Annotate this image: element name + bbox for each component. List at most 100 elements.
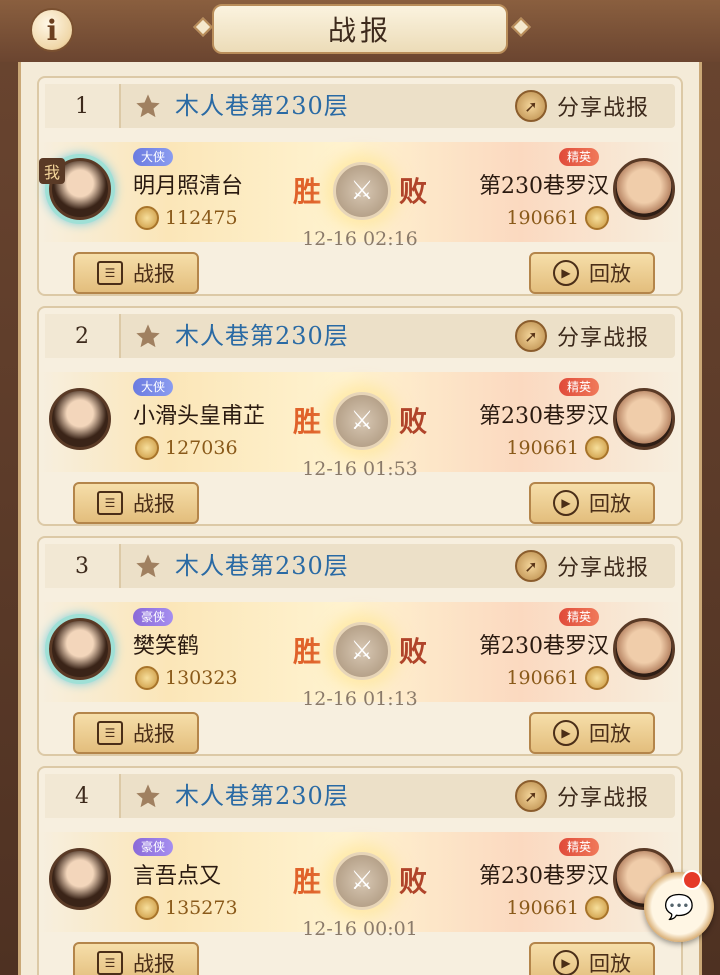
enemy-avatar[interactable] [613, 618, 675, 680]
view-report-label: 战报 [133, 262, 175, 286]
replay-label: 回放 [589, 262, 631, 286]
lose-label: 败 [399, 635, 428, 668]
star-icon[interactable] [133, 92, 163, 120]
replay-button[interactable]: ▶ 回放 [529, 942, 655, 975]
plaque-left-ornament-icon [193, 17, 213, 37]
power-icon [585, 896, 609, 920]
win-label: 胜 [293, 405, 322, 438]
player-avatar[interactable] [49, 618, 111, 680]
view-report-label: 战报 [133, 952, 175, 975]
report-rank: 2 [45, 314, 121, 358]
power-icon [135, 206, 159, 230]
report-rank: 1 [45, 84, 121, 128]
view-report-label: 战报 [133, 492, 175, 516]
player-name: 明月照清台 [133, 174, 244, 199]
replay-button[interactable]: ▶ 回放 [529, 482, 655, 524]
crossed-swords-icon: ⚔ [333, 852, 391, 910]
list-icon: ☰ [97, 951, 123, 975]
share-icon: ➚ [515, 550, 547, 582]
floor-label: 木人巷第230层 [175, 552, 349, 580]
star-icon[interactable] [133, 782, 163, 810]
player-title-badge: 豪侠 [133, 608, 174, 626]
battle-time: 12-16 01:13 [302, 688, 418, 710]
player-avatar[interactable] [49, 388, 111, 450]
view-report-button[interactable]: ☰ 战报 [73, 942, 199, 975]
share-report-button[interactable]: ➚ 分享战报 [515, 88, 649, 124]
share-label: 分享战报 [557, 96, 650, 121]
enemy-name: 第230巷罗汉 [479, 864, 609, 889]
view-report-button[interactable]: ☰ 战报 [73, 482, 199, 524]
power-icon [135, 436, 159, 460]
player-power: 127036 [135, 436, 244, 460]
power-value: 127036 [165, 437, 238, 459]
list-icon: ☰ [97, 491, 123, 515]
report-card: 2 木人巷第230层 ➚ 分享战报 大侠 小滑头皇甫芷 127036 胜 ⚔ 败… [37, 306, 683, 526]
enemy-title-badge: 精英 [559, 838, 600, 856]
replay-label: 回放 [589, 492, 631, 516]
share-report-button[interactable]: ➚ 分享战报 [515, 548, 649, 584]
win-label: 胜 [293, 175, 322, 208]
enemy-title-badge: 精英 [559, 608, 600, 626]
replay-button[interactable]: ▶ 回放 [529, 712, 655, 754]
floor-label: 木人巷第230层 [175, 92, 349, 120]
battle-row: 豪侠 樊笑鹤 130323 胜 ⚔ 败 精英 第230巷罗汉 190661 [39, 602, 681, 702]
report-card: 3 木人巷第230层 ➚ 分享战报 豪侠 樊笑鹤 130323 胜 ⚔ 败 精英… [37, 536, 683, 756]
enemy-name: 第230巷罗汉 [479, 404, 609, 429]
view-report-button[interactable]: ☰ 战报 [73, 252, 199, 294]
enemy-power: 190661 [500, 436, 609, 460]
star-icon[interactable] [133, 552, 163, 580]
report-card: 4 木人巷第230层 ➚ 分享战报 豪侠 言吾点又 135273 胜 ⚔ 败 精… [37, 766, 683, 975]
replay-button[interactable]: ▶ 回放 [529, 252, 655, 294]
play-icon: ▶ [553, 950, 579, 975]
player-title-badge: 豪侠 [133, 838, 174, 856]
info-icon[interactable]: i [30, 8, 74, 52]
report-card-header: 2 木人巷第230层 ➚ 分享战报 [45, 314, 675, 358]
power-icon [585, 436, 609, 460]
lose-label: 败 [399, 405, 428, 438]
share-icon: ➚ [515, 90, 547, 122]
enemy-title-badge: 精英 [559, 378, 600, 396]
chat-bubble-icon: 💬 [664, 893, 694, 921]
power-icon [585, 206, 609, 230]
play-icon: ▶ [553, 260, 579, 286]
power-icon [585, 666, 609, 690]
player-name: 樊笑鹤 [133, 634, 200, 659]
crossed-swords-icon: ⚔ [333, 392, 391, 450]
battle-time: 12-16 01:53 [302, 458, 418, 480]
power-value: 135273 [165, 897, 238, 919]
report-rank: 3 [45, 544, 121, 588]
battle-time: 12-16 02:16 [302, 228, 418, 250]
view-report-button[interactable]: ☰ 战报 [73, 712, 199, 754]
report-card-header: 4 木人巷第230层 ➚ 分享战报 [45, 774, 675, 818]
star-icon[interactable] [133, 322, 163, 350]
power-value: 112475 [165, 207, 238, 229]
enemy-avatar[interactable] [613, 158, 675, 220]
share-icon: ➚ [515, 780, 547, 812]
notification-dot-icon [682, 870, 702, 890]
plaque-right-ornament-icon [511, 17, 531, 37]
replay-label: 回放 [589, 722, 631, 746]
replay-label: 回放 [589, 952, 631, 975]
view-report-label: 战报 [133, 722, 175, 746]
enemy-power: 190661 [500, 206, 609, 230]
me-tag: 我 [39, 158, 65, 184]
header-bar: i 战报 [0, 0, 720, 62]
share-label: 分享战报 [557, 326, 650, 351]
crossed-swords-icon: ⚔ [333, 162, 391, 220]
player-name: 小滑头皇甫芷 [133, 404, 266, 429]
share-report-button[interactable]: ➚ 分享战报 [515, 318, 649, 354]
battle-report-list[interactable]: 1 木人巷第230层 ➚ 分享战报 我 大侠 明月照清台 112475 胜 ⚔ … [18, 62, 702, 975]
power-value: 190661 [506, 207, 579, 229]
chat-button[interactable]: 💬 [644, 872, 714, 942]
enemy-power: 190661 [500, 666, 609, 690]
power-value: 190661 [506, 437, 579, 459]
power-icon [135, 666, 159, 690]
share-report-button[interactable]: ➚ 分享战报 [515, 778, 649, 814]
battle-time: 12-16 00:01 [302, 918, 418, 940]
win-label: 胜 [293, 635, 322, 668]
enemy-avatar[interactable] [613, 388, 675, 450]
battle-row: 大侠 小滑头皇甫芷 127036 胜 ⚔ 败 精英 第230巷罗汉 190661 [39, 372, 681, 472]
player-power: 135273 [135, 896, 244, 920]
battle-row: 我 大侠 明月照清台 112475 胜 ⚔ 败 精英 第230巷罗汉 19066… [39, 142, 681, 242]
player-avatar[interactable] [49, 848, 111, 910]
